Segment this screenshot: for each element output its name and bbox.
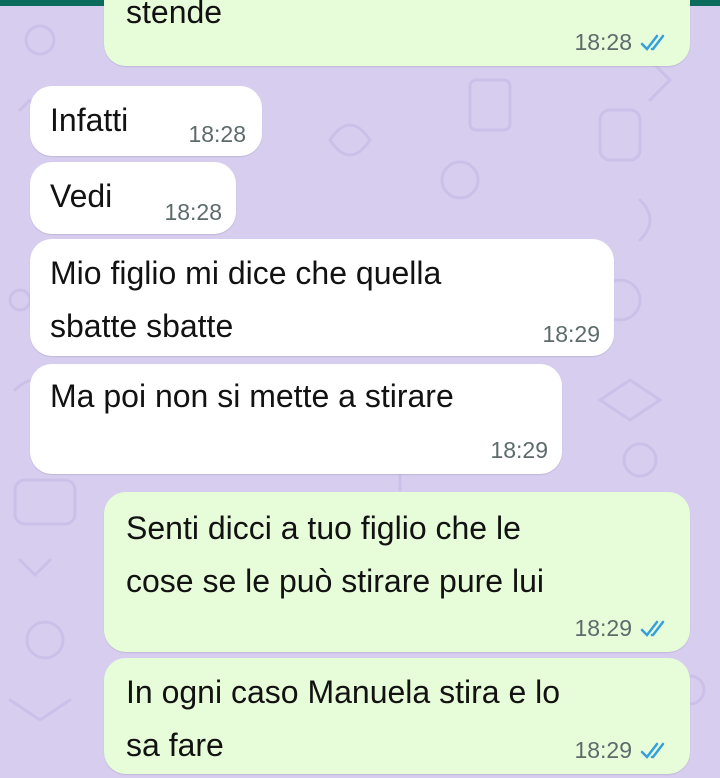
message-bubble-outgoing[interactable]: Senti dicci a tuo figlio che le cose se … bbox=[104, 492, 690, 652]
message-time: 18:29 bbox=[490, 437, 548, 463]
message-meta: 18:28 bbox=[574, 29, 670, 56]
message-text: Infatti bbox=[50, 102, 129, 138]
message-bubble-incoming[interactable]: Infatti 18:28 bbox=[30, 86, 262, 156]
message-time: 18:29 bbox=[574, 615, 632, 641]
read-receipt-icon bbox=[640, 742, 665, 759]
message-bubble-incoming[interactable]: Ma poi non si mette a stirare 18:29 bbox=[30, 364, 562, 474]
message-meta: 18:28 bbox=[188, 121, 246, 148]
message-time: 18:28 bbox=[164, 199, 222, 225]
message-meta: 18:29 bbox=[574, 615, 670, 642]
message-text: Senti dicci a tuo figlio che le cose se … bbox=[126, 510, 544, 599]
message-text: Ma poi non si mette a stirare bbox=[50, 378, 454, 414]
message-text: stende bbox=[126, 0, 223, 30]
read-receipt-icon bbox=[640, 34, 665, 51]
message-time: 18:29 bbox=[574, 737, 632, 763]
message-text: Vedi bbox=[50, 178, 113, 214]
message-text: Mio figlio mi dice che quella sbatte sba… bbox=[50, 255, 442, 344]
read-receipt-icon bbox=[640, 620, 665, 637]
message-time: 18:28 bbox=[188, 121, 246, 147]
message-meta: 18:29 bbox=[542, 321, 600, 348]
message-bubble-incoming[interactable]: Vedi 18:28 bbox=[30, 162, 236, 234]
message-text: In ogni caso Manuela stira e lo sa fare bbox=[126, 674, 561, 763]
message-time: 18:29 bbox=[542, 321, 600, 347]
message-meta: 18:29 bbox=[574, 737, 670, 764]
message-bubble-outgoing[interactable]: stende 18:28 bbox=[104, 0, 690, 66]
message-time: 18:28 bbox=[574, 29, 632, 55]
message-bubble-outgoing[interactable]: In ogni caso Manuela stira e lo sa fare … bbox=[104, 658, 690, 774]
message-meta: 18:29 bbox=[490, 437, 548, 464]
message-meta: 18:28 bbox=[164, 199, 222, 226]
message-bubble-incoming[interactable]: Mio figlio mi dice che quella sbatte sba… bbox=[30, 239, 614, 356]
